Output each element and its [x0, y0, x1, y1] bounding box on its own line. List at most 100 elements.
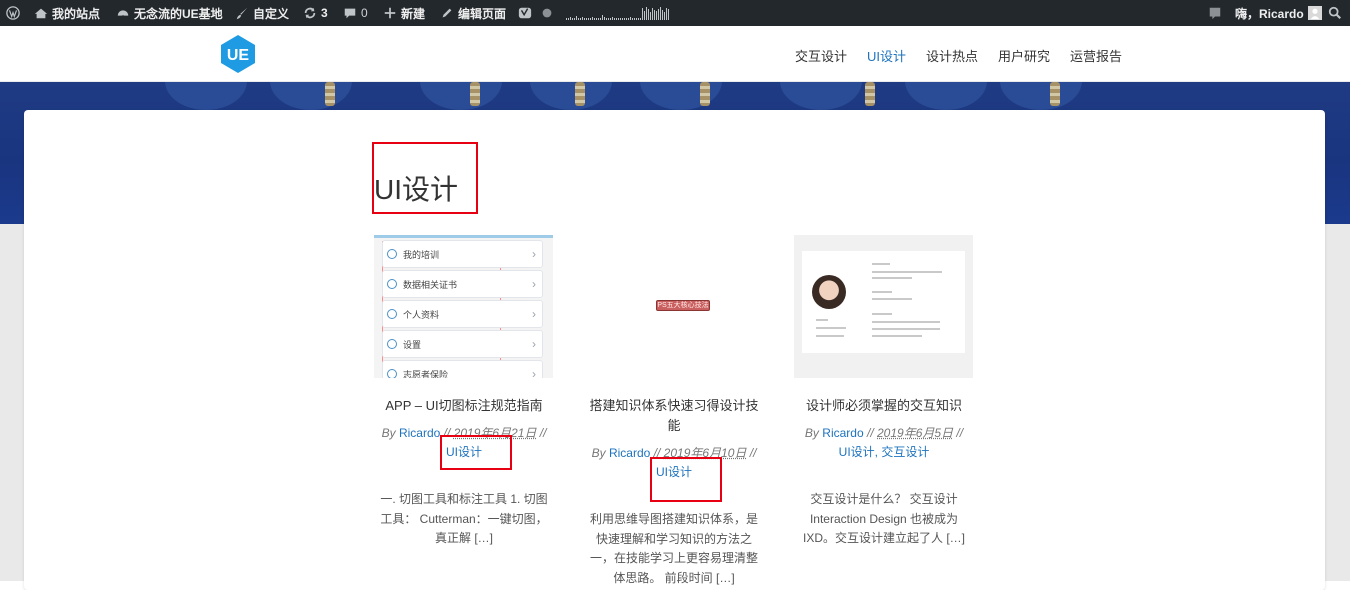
sparkline-bar	[614, 18, 615, 20]
text-line	[816, 327, 846, 329]
post-excerpt: 利用思维导图搭建知识体系，是快速理解和学习知识的方法之一，在技能学习上更容易理清…	[584, 510, 764, 588]
nav-item-design-trends[interactable]: 设计热点	[926, 46, 978, 65]
by-label: By	[382, 426, 396, 440]
by-label: By	[805, 426, 819, 440]
sparkline-bar	[598, 18, 599, 20]
admin-bar: 我的站点 无念流的UE基地 自定义 3 0 新建 编辑页面 嗨，Ricardo	[0, 0, 1350, 26]
sparkline-bar	[662, 10, 663, 20]
notification-icon[interactable]	[1208, 0, 1222, 26]
thumb-row-label: 数据相关证书	[403, 278, 457, 291]
hero-decoration	[270, 82, 352, 110]
site-name-menu[interactable]: 无念流的UE基地	[116, 0, 223, 26]
nav-item-ui-design[interactable]: UI设计	[867, 46, 906, 65]
sparkline-bar	[648, 9, 649, 20]
avatar	[1308, 6, 1322, 20]
sparkline-bar	[666, 8, 667, 20]
meta-separator: //	[540, 426, 547, 440]
sparkline-bar	[656, 11, 657, 20]
text-line	[872, 313, 892, 315]
thumb-row: 数据相关证书 ›	[382, 270, 543, 298]
updates-link[interactable]: 3	[303, 0, 328, 26]
chevron-right-icon: ›	[532, 247, 536, 261]
comments-link[interactable]: 0	[343, 0, 368, 26]
post-title-link[interactable]: 设计师必须掌握的交互知识	[794, 396, 974, 416]
sparkline-bar	[628, 18, 629, 20]
sparkline-bar	[606, 18, 607, 20]
nav-item-user-research[interactable]: 用户研究	[998, 46, 1050, 65]
new-content-menu[interactable]: 新建	[383, 0, 425, 26]
text-line	[872, 335, 922, 337]
account-menu[interactable]: 嗨，Ricardo	[1235, 0, 1322, 26]
sparkline-bars	[566, 6, 669, 20]
sparkline-bar	[570, 17, 571, 20]
thumb-document	[802, 251, 965, 353]
row-icon	[387, 369, 397, 378]
pencil-icon	[440, 6, 454, 20]
hero-decoration	[165, 82, 247, 110]
thumb-row-label: 个人资料	[403, 308, 439, 321]
site-logo[interactable]: UE	[218, 34, 258, 74]
site-name-label: 无念流的UE基地	[134, 5, 223, 22]
category-link[interactable]: UI设计, 交互设计	[839, 445, 930, 459]
status-dot-icon[interactable]	[542, 0, 552, 26]
text-line	[872, 291, 892, 293]
author-link[interactable]: Ricardo	[822, 426, 863, 440]
author-link[interactable]: Ricardo	[609, 446, 650, 460]
sparkline-bar	[654, 10, 655, 20]
nav-item-interaction-design[interactable]: 交互设计	[795, 46, 847, 65]
post-excerpt: 一. 切图工具和标注工具 1. 切图工具： Cutterman：一键切图，真正解…	[374, 490, 554, 549]
highlight-box	[650, 457, 722, 502]
text-line	[872, 328, 940, 330]
row-icon	[387, 309, 397, 319]
my-sites-menu[interactable]: 我的站点	[34, 0, 100, 26]
customize-label: 自定义	[253, 5, 289, 22]
post-title-link[interactable]: APP – UI切图标注规范指南	[374, 396, 554, 416]
text-line	[872, 277, 912, 279]
stats-sparkline[interactable]	[566, 0, 669, 26]
updates-count: 3	[321, 6, 328, 20]
sparkline-bar	[650, 12, 651, 20]
search-icon[interactable]	[1328, 0, 1342, 26]
hero-decoration	[700, 82, 710, 106]
nav-item-operation-reports[interactable]: 运营报告	[1070, 46, 1122, 65]
sparkline-bar	[576, 16, 577, 20]
sparkline-bar	[582, 17, 583, 20]
hero-decoration	[780, 82, 862, 110]
sparkline-bar	[600, 18, 601, 20]
author-link[interactable]: Ricardo	[399, 426, 440, 440]
post-thumbnail[interactable]: 我的培训 › 数据相关证书 › 个人资料 › 设置 › 志愿者保险 ›	[374, 235, 553, 378]
logo-text: UE	[227, 47, 250, 64]
post-title-link[interactable]: 搭建知识体系快速习得设计技能	[584, 396, 764, 436]
meta-separator: //	[956, 426, 963, 440]
sparkline-bar	[586, 18, 587, 20]
sparkline-bar	[572, 18, 573, 20]
thumb-row: 设置 ›	[382, 330, 543, 358]
text-line	[872, 263, 890, 265]
wordpress-logo-icon[interactable]	[6, 0, 20, 26]
site-header: UE 交互设计 UI设计 设计热点 用户研究 运营报告	[0, 26, 1350, 82]
text-line	[872, 321, 940, 323]
hero-decoration	[865, 82, 875, 106]
yoast-seo-icon[interactable]	[518, 0, 532, 26]
sparkline-bar	[594, 18, 595, 20]
sparkline-bar	[642, 8, 643, 20]
customize-link[interactable]: 自定义	[235, 0, 289, 26]
greeting-label: 嗨，Ricardo	[1235, 5, 1304, 22]
post-thumbnail[interactable]	[794, 235, 973, 378]
post-thumbnail[interactable]: PS五大核心技法	[584, 235, 763, 378]
sparkline-bar	[638, 18, 639, 20]
highlight-box	[440, 435, 512, 470]
sparkline-bar	[580, 18, 581, 20]
hero-decoration	[575, 82, 585, 106]
chevron-right-icon: ›	[532, 367, 536, 378]
sparkline-bar	[566, 18, 567, 20]
thumb-row-label: 志愿者保险	[403, 368, 448, 379]
sparkline-bar	[668, 9, 669, 20]
sparkline-bar	[640, 18, 641, 20]
sparkline-bar	[574, 18, 575, 20]
edit-page-label: 编辑页面	[458, 5, 506, 22]
chevron-right-icon: ›	[532, 337, 536, 351]
post-card: PS五大核心技法 搭建知识体系快速习得设计技能 By Ricardo // 20…	[584, 235, 764, 588]
edit-page-link[interactable]: 编辑页面	[440, 0, 506, 26]
sparkline-bar	[590, 18, 591, 20]
